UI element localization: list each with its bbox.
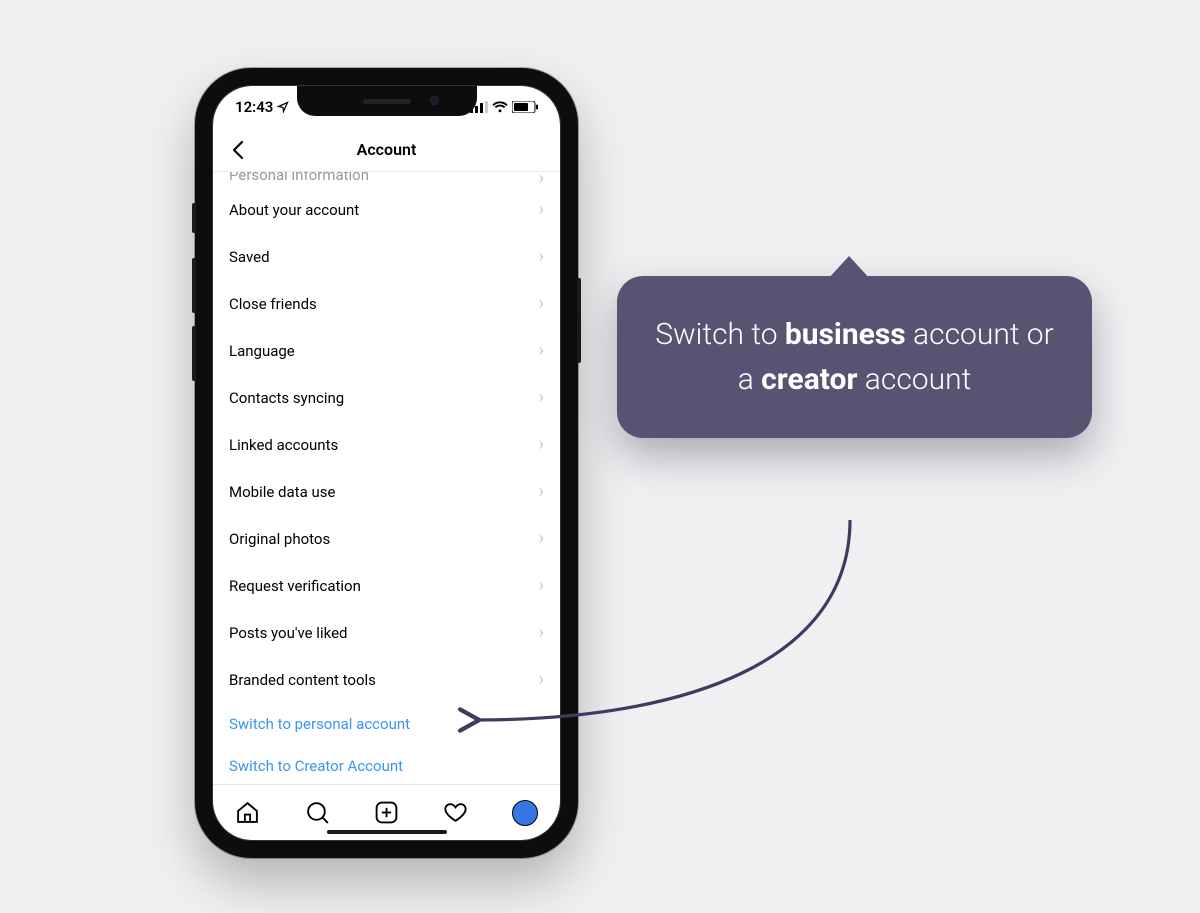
search-icon: [305, 800, 330, 825]
row-label: Contacts syncing: [229, 389, 344, 407]
row-about-your-account[interactable]: About your account ›: [213, 186, 560, 233]
row-mobile-data-use[interactable]: Mobile data use ›: [213, 468, 560, 515]
chevron-right-icon: ›: [539, 528, 544, 549]
chevron-right-icon: ›: [539, 622, 544, 643]
callout-text-b2: creator: [761, 362, 857, 397]
row-linked-accounts[interactable]: Linked accounts ›: [213, 421, 560, 468]
power-button: [577, 278, 581, 363]
callout-text-pre: Switch to: [655, 317, 785, 352]
chevron-right-icon: ›: [539, 172, 544, 186]
callout-tooltip: Switch to business account or a creator …: [617, 276, 1092, 438]
callout-tail-icon: [827, 256, 871, 280]
home-indicator: [327, 830, 447, 834]
link-switch-personal[interactable]: Switch to personal account: [213, 703, 560, 745]
phone-frame: 12:43 Account Personal inform: [195, 68, 578, 858]
camera-icon: [430, 96, 439, 105]
chevron-left-icon: [232, 140, 244, 160]
row-label: Mobile data use: [229, 483, 335, 501]
chevron-right-icon: ›: [539, 340, 544, 361]
chevron-right-icon: ›: [539, 387, 544, 408]
volume-up: [192, 258, 196, 313]
chevron-right-icon: ›: [539, 481, 544, 502]
heart-icon: [443, 800, 468, 825]
row-label: Close friends: [229, 295, 317, 313]
chevron-right-icon: ›: [539, 199, 544, 220]
back-button[interactable]: [223, 128, 253, 171]
chevron-right-icon: ›: [539, 293, 544, 314]
page-title: Account: [357, 140, 417, 159]
row-branded-content-tools[interactable]: Branded content tools ›: [213, 656, 560, 703]
chevron-right-icon: ›: [539, 434, 544, 455]
link-switch-creator[interactable]: Switch to Creator Account: [213, 745, 560, 784]
row-label: Personal information: [229, 172, 369, 184]
row-saved[interactable]: Saved ›: [213, 233, 560, 280]
volume-down: [192, 326, 196, 381]
chevron-right-icon: ›: [539, 246, 544, 267]
avatar-icon: [512, 800, 538, 826]
chevron-right-icon: ›: [539, 669, 544, 690]
wifi-icon: [492, 101, 508, 113]
mute-switch: [192, 203, 196, 233]
status-time-area: 12:43: [235, 98, 289, 116]
row-original-photos[interactable]: Original photos ›: [213, 515, 560, 562]
phone-screen: 12:43 Account Personal inform: [213, 86, 560, 840]
row-language[interactable]: Language ›: [213, 327, 560, 374]
settings-list[interactable]: Personal information › About your accoun…: [213, 172, 560, 784]
row-label: Branded content tools: [229, 671, 376, 689]
row-label: About your account: [229, 201, 359, 219]
status-time: 12:43: [235, 98, 273, 116]
home-icon: [235, 800, 260, 825]
row-request-verification[interactable]: Request verification ›: [213, 562, 560, 609]
chevron-right-icon: ›: [539, 575, 544, 596]
row-label: Saved: [229, 248, 270, 266]
row-label: Linked accounts: [229, 436, 338, 454]
row-label: Posts you've liked: [229, 624, 347, 642]
speaker-icon: [363, 99, 411, 104]
row-personal-information[interactable]: Personal information ›: [213, 172, 560, 186]
callout-text-b1: business: [785, 317, 906, 352]
row-label: Original photos: [229, 530, 330, 548]
row-contacts-syncing[interactable]: Contacts syncing ›: [213, 374, 560, 421]
row-label: Language: [229, 342, 295, 360]
location-icon: [277, 101, 289, 113]
callout-text-post: account: [857, 362, 971, 397]
plus-square-icon: [374, 800, 399, 825]
nav-header: Account: [213, 128, 560, 172]
row-posts-youve-liked[interactable]: Posts you've liked ›: [213, 609, 560, 656]
tab-home[interactable]: [213, 785, 282, 840]
row-close-friends[interactable]: Close friends ›: [213, 280, 560, 327]
row-label: Request verification: [229, 577, 361, 595]
status-right: [470, 101, 538, 113]
tab-profile[interactable]: [491, 785, 560, 840]
notch: [297, 86, 477, 116]
battery-icon: [512, 101, 538, 113]
